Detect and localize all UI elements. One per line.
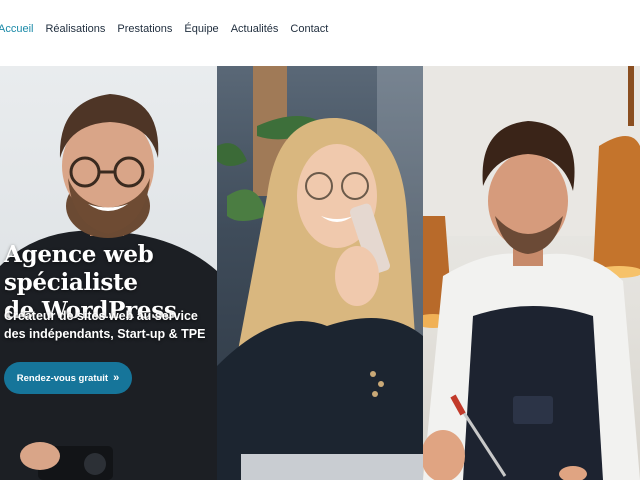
hero-photo-chef-cooking — [423, 66, 640, 480]
hero-subtitle: Créateur de sites web au service des ind… — [4, 307, 224, 343]
nav-item-realisations[interactable]: Réalisations — [45, 23, 105, 35]
nav-item-actualites[interactable]: Actualités — [231, 23, 279, 35]
nav-item-contact[interactable]: Contact — [290, 23, 328, 35]
top-navigation: Accueil Réalisations Prestations Équipe … — [0, 0, 640, 66]
rendez-vous-button[interactable]: Rendez-vous gratuit » — [4, 362, 132, 394]
hero-title-line-1: Agence web spécialiste — [4, 241, 154, 296]
hero-subtitle-line-1: Créateur de sites web au service — [4, 309, 198, 323]
nav-item-equipe[interactable]: Équipe — [184, 23, 218, 35]
hero-subtitle-line-2: des indépendants, Start-up & TPE — [4, 327, 206, 341]
nav-item-accueil[interactable]: Accueil — [0, 23, 33, 35]
nav-menu: Accueil Réalisations Prestations Équipe … — [0, 23, 328, 35]
nav-item-prestations[interactable]: Prestations — [117, 23, 172, 35]
hero-section: Agence web spécialiste de WordPress Créa… — [0, 66, 640, 480]
double-chevron-right-icon: » — [113, 372, 120, 384]
rendez-vous-button-label: Rendez-vous gratuit — [16, 372, 109, 384]
